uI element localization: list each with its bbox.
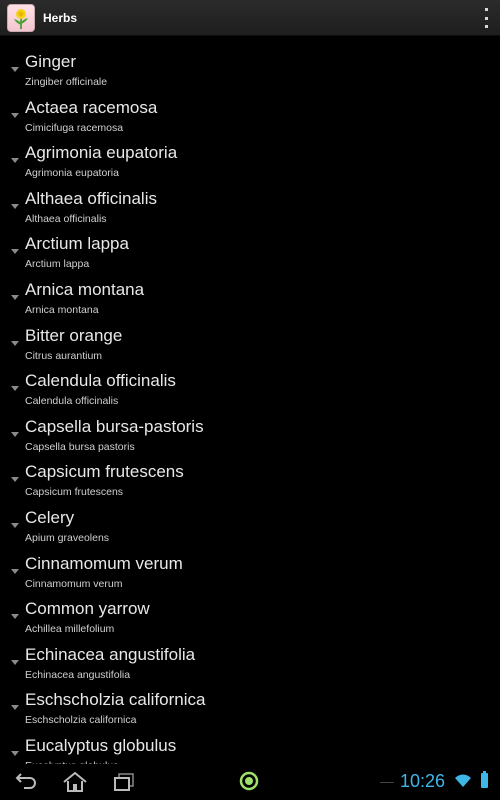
dandelion-icon[interactable] xyxy=(7,3,35,32)
app-title: Herbs xyxy=(43,10,78,25)
herb-latin-name: Cinnamomum verum xyxy=(25,577,123,590)
list-item[interactable]: Eucalyptus globulusEucalyptus globulus xyxy=(0,736,500,764)
herb-name: Arnica montana xyxy=(25,279,145,299)
notification-dot-icon[interactable] xyxy=(238,770,260,792)
list-item[interactable]: Celery Apium graveolens xyxy=(0,508,500,554)
herb-name: Echinacea angustifolia xyxy=(25,644,196,664)
chevron-down-icon xyxy=(11,568,19,574)
herb-name: Cinnamomum verum xyxy=(25,553,183,573)
herb-name: Calendula officinalis xyxy=(25,371,176,391)
herb-name: Common yarrow xyxy=(25,599,150,619)
battery-icon xyxy=(481,771,488,788)
list-item[interactable]: Ginger Zingiber officinale xyxy=(0,52,500,98)
herb-list[interactable]: Ginger Zingiber officinale Actaea racemosa… xyxy=(0,52,500,764)
herb-name: Celery xyxy=(25,507,75,527)
herb-latin-name: Agrimonia eupatoria xyxy=(25,167,119,180)
herb-latin-name: Althaea officinalis xyxy=(25,212,107,225)
herb-latin-name: Calendula officinalis xyxy=(25,395,119,408)
wifi-icon xyxy=(455,774,471,788)
chevron-down-icon xyxy=(11,522,19,528)
action-bar: Herbs xyxy=(0,0,500,36)
list-item[interactable]: Capsella bursa-pastoris Capsella bursa pa… xyxy=(0,417,500,463)
herb-name: Agrimonia eupatoria xyxy=(25,143,178,163)
herb-name: Althaea officinalis xyxy=(25,188,157,208)
list-item[interactable]: Arnica montana Arnica montana xyxy=(0,280,500,326)
chevron-down-icon xyxy=(11,158,19,164)
herb-name: Bitter orange xyxy=(25,325,123,345)
chevron-down-icon xyxy=(11,294,19,300)
list-item[interactable]: Arctium lappa Arctium lappa xyxy=(0,234,500,280)
herb-name: Eucalyptus globulus xyxy=(25,735,177,755)
chevron-down-icon xyxy=(11,203,19,209)
herb-latin-name: Echinacea angustifolia xyxy=(25,668,131,681)
chevron-down-icon xyxy=(11,477,19,483)
herb-latin-name: Eschscholzia californica xyxy=(25,714,137,727)
home-icon[interactable] xyxy=(60,770,87,794)
list-item[interactable]: Actaea racemosa Cimicifuga racemosa xyxy=(0,98,500,144)
herb-name: Eschscholzia californica xyxy=(25,690,206,710)
recent-apps-icon[interactable] xyxy=(112,770,138,794)
status-clock: 10:26 xyxy=(400,771,446,791)
herb-name: Ginger xyxy=(25,52,77,71)
herb-latin-name: Arnica montana xyxy=(25,303,99,316)
herb-latin-name: Achillea millefolium xyxy=(25,623,115,636)
list-item[interactable]: Calendula officinalis Calendula officinal… xyxy=(0,371,500,417)
list-item[interactable]: Cinnamomum verum Cinnamomum verum xyxy=(0,554,500,600)
chevron-down-icon xyxy=(11,705,19,711)
chevron-down-icon xyxy=(11,431,19,437)
herb-latin-name: Citrus aurantium xyxy=(25,349,103,362)
system-nav-bar: 10:26 xyxy=(0,764,500,800)
list-item[interactable]: Agrimonia eupatoria Agrimonia eupatoria xyxy=(0,143,500,189)
herb-latin-name: Cimicifuga racemosa xyxy=(25,121,124,134)
chevron-down-icon xyxy=(11,249,19,255)
back-icon[interactable] xyxy=(12,770,38,794)
list-item[interactable]: Althaea officinalis Althaea officinalis xyxy=(0,189,500,235)
herb-latin-name: Capsella bursa pastoris xyxy=(25,440,135,453)
chevron-down-icon xyxy=(11,340,19,346)
chevron-down-icon xyxy=(11,750,19,756)
list-item[interactable]: Echinacea angustifolia Echinacea angustif… xyxy=(0,645,500,691)
herb-latin-name: Apium graveolens xyxy=(25,531,110,544)
overflow-menu-icon[interactable] xyxy=(482,8,490,28)
herb-latin-name: Arctium lappa xyxy=(25,258,90,271)
chevron-down-icon xyxy=(11,386,19,392)
herb-latin-name: Zingiber officinale xyxy=(25,76,108,88)
chevron-down-icon xyxy=(11,112,19,118)
chevron-down-icon xyxy=(11,67,19,72)
list-item[interactable]: Common yarrow Achillea millefolium xyxy=(0,599,500,645)
list-item[interactable]: Bitter orange Citrus aurantium xyxy=(0,326,500,372)
list-item[interactable]: Eschscholzia californica Eschscholzia cal… xyxy=(0,690,500,736)
herb-name: Capsicum frutescens xyxy=(25,462,184,482)
chevron-down-icon xyxy=(11,659,19,665)
herb-name: Arctium lappa xyxy=(25,234,129,254)
status-separator xyxy=(380,782,394,783)
herb-name: Capsella bursa-pastoris xyxy=(25,416,204,436)
chevron-down-icon xyxy=(11,614,19,620)
herb-latin-name: Capsicum frutescens xyxy=(25,486,124,499)
herb-name: Actaea racemosa xyxy=(25,97,158,117)
list-item[interactable]: Capsicum frutescens Capsicum frutescens xyxy=(0,462,500,508)
